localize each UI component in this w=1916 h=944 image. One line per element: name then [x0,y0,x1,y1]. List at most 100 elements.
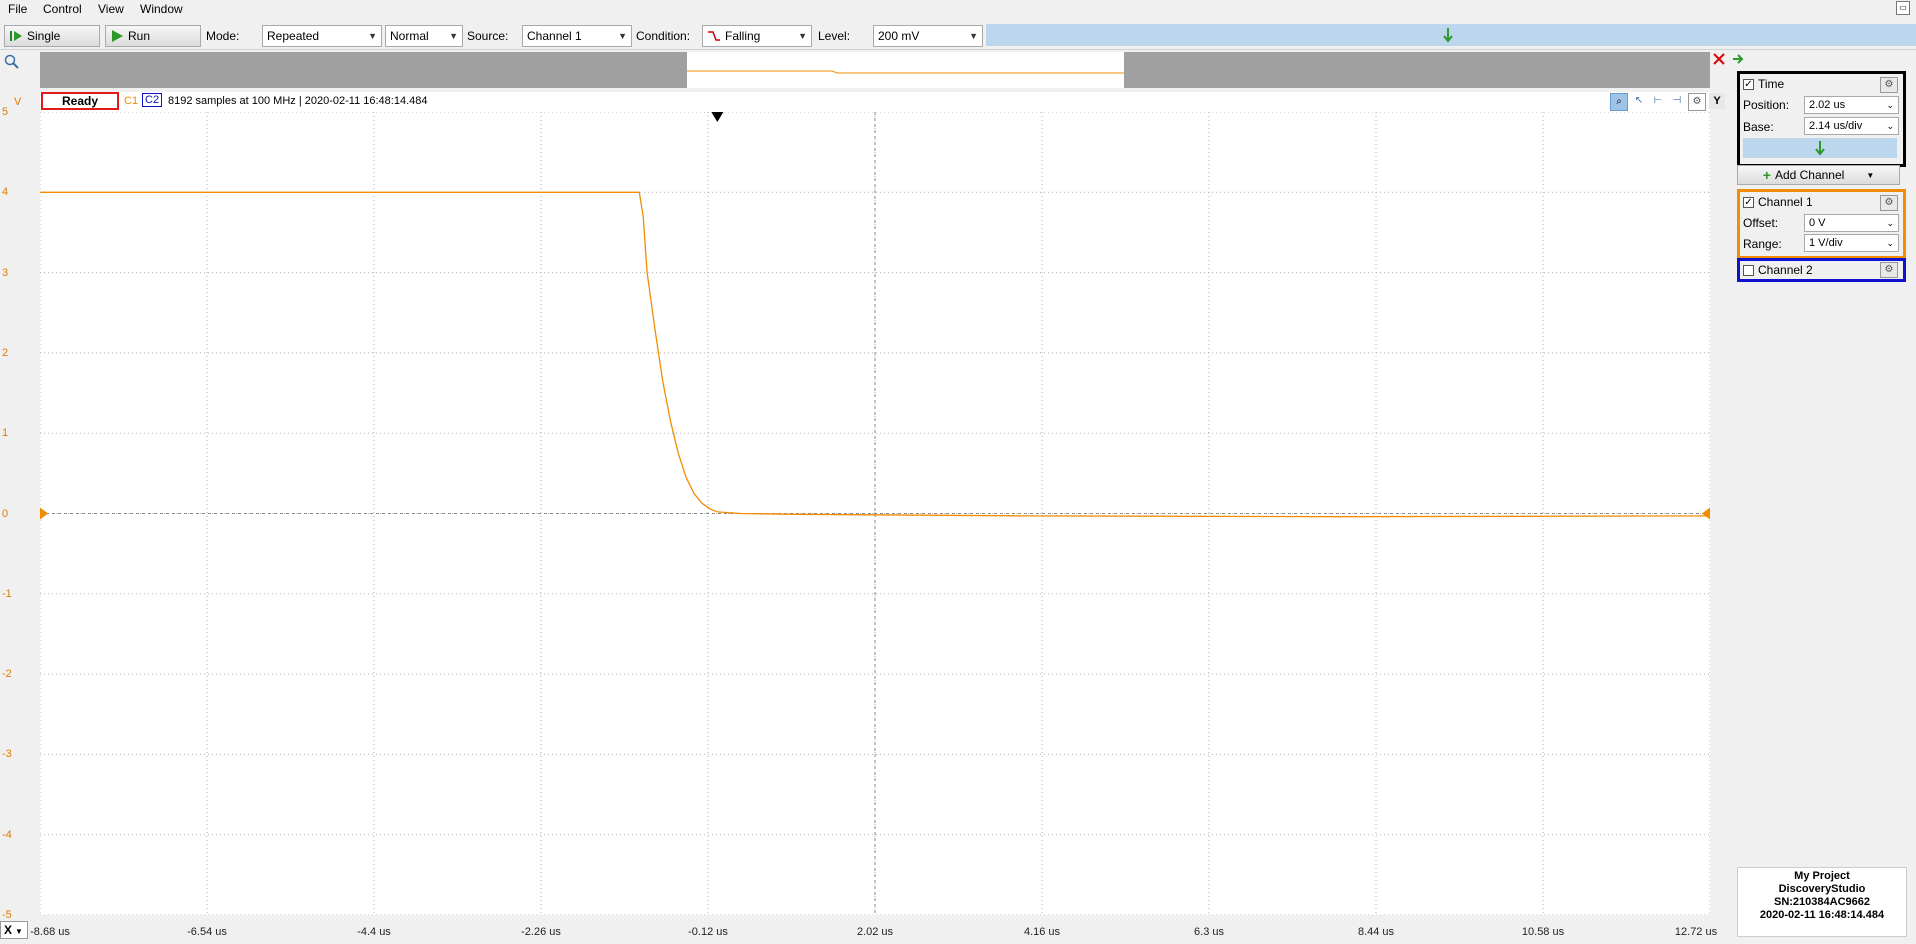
y-tick-label: -1 [2,587,12,600]
source-select[interactable]: Channel 1 ▼ [522,25,632,47]
acquisition-info: 8192 samples at 100 MHz | 2020-02-11 16:… [168,95,428,107]
waveform-chart [39,111,1711,916]
y-tick-label: 3 [2,266,9,279]
menu-file[interactable]: File [8,2,27,16]
plot-tools: ⌕ ↖ ⊢ ⊣ ⚙ Y [1610,93,1725,111]
chevron-down-icon: ▼ [618,31,627,41]
x-tick-label: -0.12 us [688,926,728,938]
chevron-down-icon: ⌄ [1886,238,1894,248]
y-button[interactable]: Y [1709,93,1725,109]
channel1-header[interactable]: ✓ Channel 1 [1743,195,1813,209]
x-tick-label: -6.54 us [187,926,227,938]
magnifier-icon[interactable] [4,54,20,70]
channel2-label: Channel 2 [1758,263,1813,277]
time-apply-strip[interactable] [1743,138,1897,158]
arrow-down-icon [1443,28,1453,43]
vertical-cursor-icon[interactable]: ⊣ [1669,93,1685,109]
zoom-tool-icon[interactable]: ⌕ [1610,93,1628,111]
channel2-group: Channel 2 ⚙ [1737,258,1906,282]
x-axis: X ▼ -8.68 us -6.54 us -4.4 us -2.26 us -0.12 … [0,916,1717,944]
project-name: My Project [1794,870,1850,882]
menu-control[interactable]: Control [43,2,82,16]
y-tick-label: 1 [2,427,9,440]
base-value: 2.14 us/div [1809,120,1863,132]
x-tick-label: 4.16 us [1023,926,1061,938]
range-label: Range: [1743,237,1782,251]
y-tick-label: 2 [2,346,9,359]
offset-label: Offset: [1743,216,1779,230]
channel2-tag[interactable]: C2 [142,93,163,107]
single-step-icon [10,31,22,41]
single-button[interactable]: Single [4,25,100,47]
single-label: Single [27,29,61,43]
gear-icon[interactable]: ⚙ [1880,262,1898,278]
trigger-type-select[interactable]: Normal ▼ [385,25,463,47]
position-value: 2.02 us [1809,99,1846,111]
trigger-type-value: Normal [390,29,429,43]
position-label: Position: [1743,98,1790,112]
menu-window[interactable]: Window [140,2,183,16]
project-info: My Project DiscoveryStudio SN:210384AC96… [1737,867,1907,937]
run-label: Run [128,29,151,43]
channel2-checkbox[interactable] [1743,264,1754,276]
gear-icon[interactable]: ⚙ [1688,93,1706,111]
base-label: Base: [1743,120,1774,134]
plot-area[interactable] [39,111,1711,916]
x-tick-label: 8.44 us [1357,926,1395,938]
capture-timestamp: 2020-02-11 16:48:14.484 [1759,909,1885,921]
trigger-level-marker [1702,507,1710,520]
run-button[interactable]: Run [105,25,201,47]
position-field[interactable]: 2.02 us ⌄ [1804,96,1899,114]
condition-value: Falling [725,29,761,43]
condition-label: Condition: [636,29,691,43]
falling-edge-icon [708,31,720,41]
source-label: Source: [467,29,509,43]
time-label: Time [1758,77,1785,91]
cursor-tool-icon[interactable]: ↖ [1631,93,1647,109]
x-button[interactable]: X ▼ [0,921,28,939]
menu-view[interactable]: View [98,2,124,16]
y-tick-label: 0 [2,507,9,520]
chevron-down-icon: ▼ [368,31,377,41]
y-tick-label: 5 [2,106,9,118]
channel1-offset-marker [40,507,48,520]
time-checkbox[interactable]: ✓ [1743,78,1754,90]
y-axis: V 5 4 3 2 1 0 -1 -2 -3 -4 -5 [0,96,40,921]
x-tick-label: -2.26 us [521,926,561,938]
x-tick-label: -8.68 us [30,926,70,938]
source-value: Channel 1 [527,29,582,43]
level-value: 200 mV [878,29,920,43]
add-channel-button[interactable]: + Add Channel ▼ [1737,165,1900,185]
range-field[interactable]: 1 V/div ⌄ [1804,234,1899,252]
y-axis-unit: V [14,96,22,108]
chevron-down-icon: ▼ [969,31,978,41]
overview-strip[interactable] [40,52,1710,88]
offset-value: 0 V [1809,217,1826,229]
chevron-down-icon: ▼ [15,927,23,936]
mode-select[interactable]: Repeated ▼ [262,25,382,47]
x-tick-label: 12.72 us [1674,926,1718,938]
close-icon[interactable] [1712,52,1726,66]
overview-view-window[interactable] [687,52,1124,88]
gear-icon[interactable]: ⚙ [1880,195,1898,211]
gear-icon[interactable]: ⚙ [1880,77,1898,93]
add-channel-label: Add Channel [1774,168,1845,182]
menu-bar: File Control View Window ▭ [0,0,1916,20]
base-field[interactable]: 2.14 us/div ⌄ [1804,117,1899,135]
time-header[interactable]: ✓ Time [1743,77,1784,91]
horizontal-cursor-icon[interactable]: ⊢ [1650,93,1666,109]
channel1-checkbox[interactable]: ✓ [1743,196,1754,208]
restore-icon[interactable]: ▭ [1896,1,1910,15]
chevron-down-icon: ▼ [449,31,458,41]
y-tick-label: -4 [2,828,12,841]
offset-field[interactable]: 0 V ⌄ [1804,214,1899,232]
arrow-down-icon [1815,141,1825,156]
trigger-status-strip [986,24,1916,46]
channel1-tag[interactable]: C1 [124,95,138,107]
arrow-right-icon[interactable] [1732,54,1744,64]
channel2-header[interactable]: Channel 2 [1743,263,1813,277]
range-value: 1 V/div [1809,237,1843,249]
condition-select[interactable]: Falling ▼ [702,25,812,47]
status-badge: Ready [41,92,119,110]
level-select[interactable]: 200 mV ▼ [873,25,983,47]
